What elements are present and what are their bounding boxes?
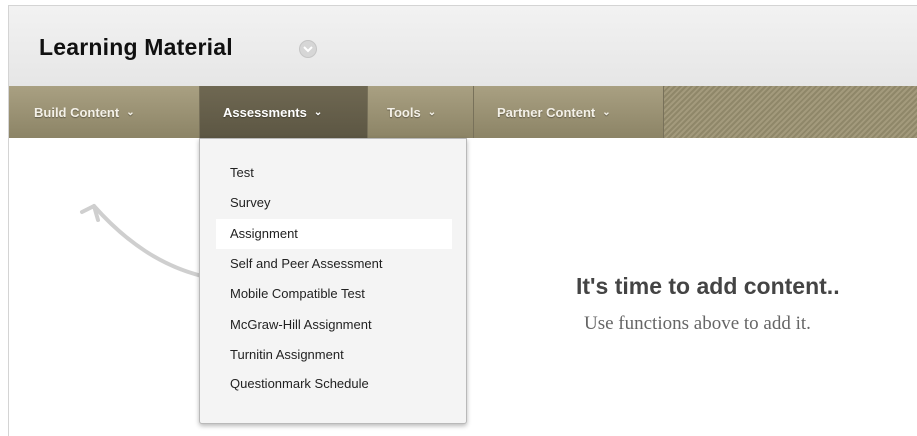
menu-item-test[interactable]: Test: [216, 158, 452, 188]
menu-item-mcgraw-hill-assignment[interactable]: McGraw-Hill Assignment: [216, 310, 452, 340]
tab-label: Build Content: [34, 104, 120, 120]
chevron-down-icon: ⌄: [602, 106, 611, 118]
page-header: Learning Material: [9, 6, 917, 87]
tab-label: Assessments: [223, 104, 307, 120]
page-title: Learning Material: [39, 34, 233, 60]
tab-label: Tools: [387, 104, 421, 120]
menu-item-questionmark-schedule[interactable]: Questionmark Schedule: [216, 369, 452, 399]
title-options-chevron-icon[interactable]: [299, 40, 317, 58]
empty-state-heading: It's time to add content..: [576, 273, 840, 299]
menu-item-survey[interactable]: Survey: [216, 188, 452, 218]
action-bar: Build Content ⌄ Assessments ⌄ Tools ⌄ Pa…: [9, 86, 917, 138]
assessments-dropdown-menu: Test Survey Assignment Self and Peer Ass…: [199, 138, 467, 424]
empty-state-subtext: Use functions above to add it.: [584, 313, 811, 334]
tab-partner-content[interactable]: Partner Content ⌄: [474, 86, 664, 138]
menu-item-mobile-compatible-test[interactable]: Mobile Compatible Test: [216, 279, 452, 309]
chevron-down-icon: ⌄: [313, 106, 323, 118]
chevron-down-icon: ⌄: [427, 106, 437, 118]
menu-item-self-and-peer-assessment[interactable]: Self and Peer Assessment: [216, 249, 452, 279]
menu-item-assignment[interactable]: Assignment: [216, 219, 452, 249]
tab-label: Partner Content: [497, 104, 596, 120]
menu-item-turnitin-assignment[interactable]: Turnitin Assignment: [216, 340, 452, 370]
chevron-down-icon: ⌄: [126, 106, 135, 118]
tab-tools[interactable]: Tools ⌄: [368, 86, 474, 138]
tab-build-content[interactable]: Build Content ⌄: [9, 86, 200, 138]
hint-arrow-icon: [80, 204, 204, 278]
tab-assessments[interactable]: Assessments ⌄: [200, 86, 368, 138]
